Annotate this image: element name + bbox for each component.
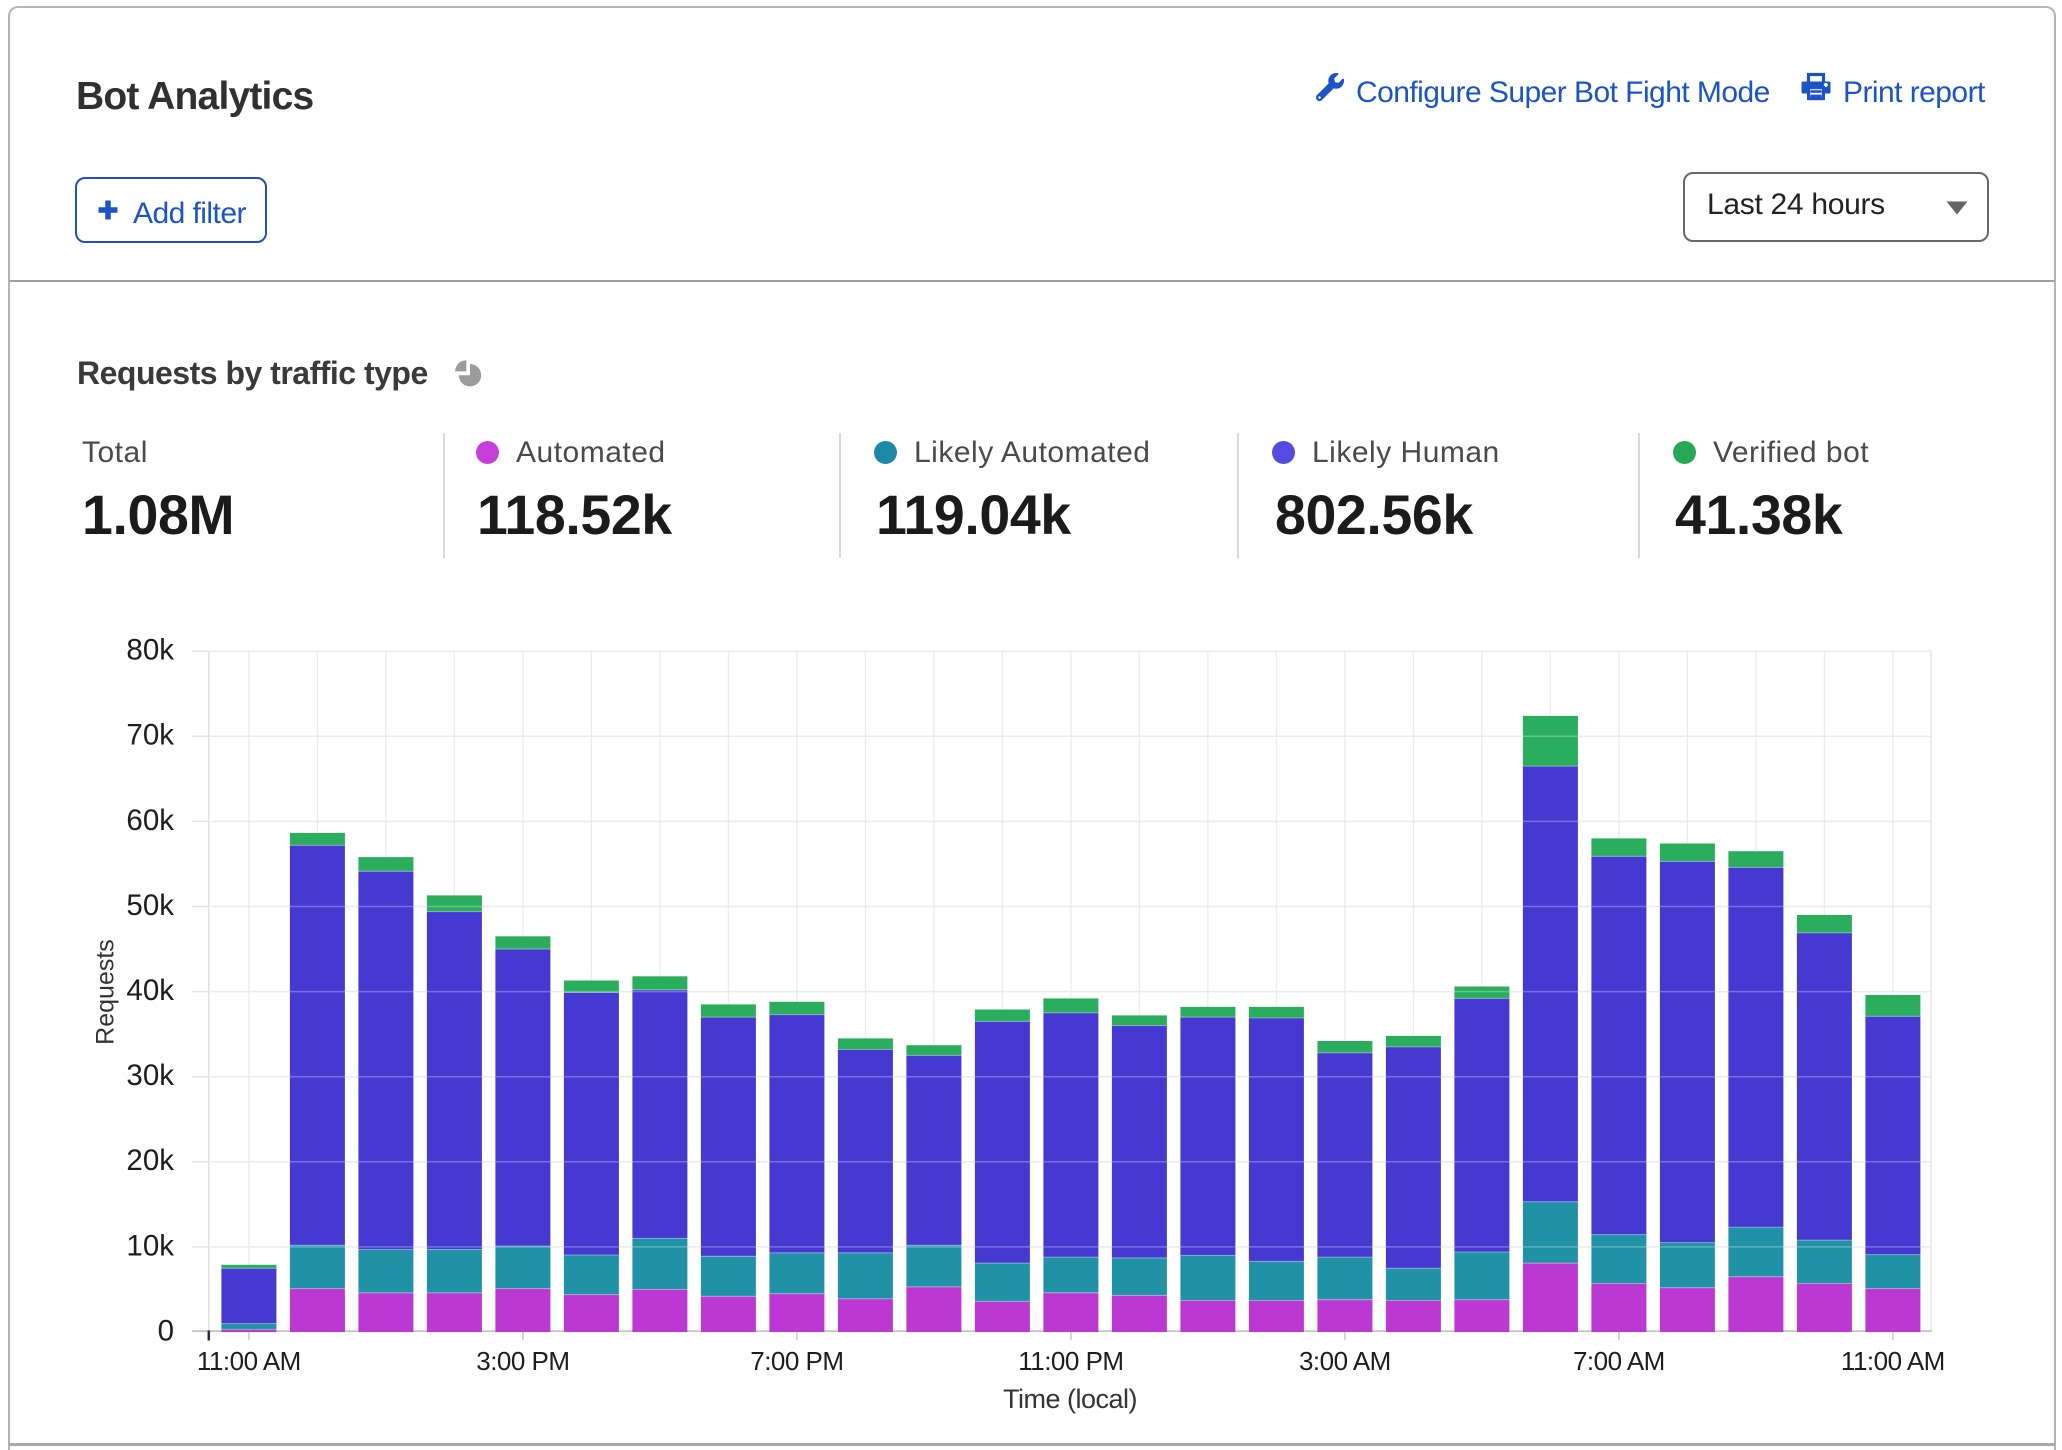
svg-text:Time (local): Time (local) (1003, 1384, 1137, 1414)
svg-text:30k: 30k (126, 1059, 174, 1092)
svg-text:11:00 AM: 11:00 AM (1841, 1346, 1945, 1376)
svg-text:0: 0 (158, 1314, 174, 1347)
svg-text:10k: 10k (126, 1229, 174, 1262)
svg-text:7:00 AM: 7:00 AM (1573, 1346, 1665, 1376)
svg-text:50k: 50k (126, 889, 174, 922)
svg-text:80k: 80k (126, 634, 174, 667)
svg-text:40k: 40k (126, 974, 174, 1007)
svg-text:20k: 20k (126, 1144, 174, 1177)
svg-text:3:00 AM: 3:00 AM (1299, 1346, 1391, 1376)
svg-text:11:00 PM: 11:00 PM (1018, 1346, 1123, 1376)
svg-text:Requests: Requests (92, 939, 120, 1045)
svg-text:11:00 AM: 11:00 AM (197, 1346, 301, 1376)
svg-text:60k: 60k (126, 804, 174, 837)
svg-text:70k: 70k (126, 719, 174, 752)
svg-text:3:00 PM: 3:00 PM (476, 1346, 569, 1376)
svg-text:7:00 PM: 7:00 PM (750, 1346, 843, 1376)
